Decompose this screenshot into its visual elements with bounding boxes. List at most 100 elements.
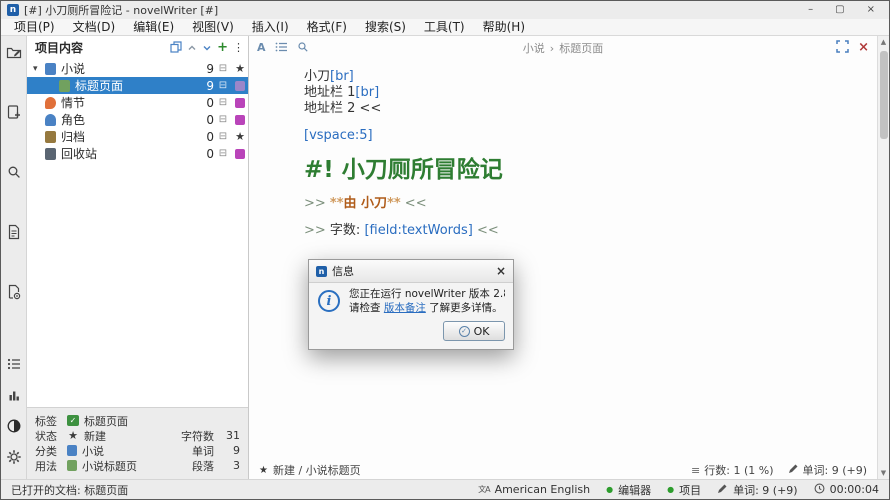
editor-outline-icon[interactable] xyxy=(275,38,288,57)
breadcrumb-item: 标题页面 xyxy=(559,42,603,55)
menu-item[interactable]: 搜索(S) xyxy=(356,19,415,35)
project-status: 项目 xyxy=(679,482,701,498)
release-notes-link[interactable]: 版本备注 xyxy=(384,302,426,314)
close-button[interactable]: × xyxy=(867,4,875,16)
breadcrumb-item: 小说 xyxy=(523,42,545,55)
word-count: 单词: 9 (+9) xyxy=(803,462,868,478)
project-tree-icon[interactable] xyxy=(5,43,23,61)
tree-item-label: 角色 xyxy=(61,111,85,128)
editor-settings-icon[interactable]: A xyxy=(257,41,266,54)
stat-label: 段落 xyxy=(166,458,214,474)
line-count-icon: ≡ xyxy=(691,464,700,477)
tree-item-label: 归档 xyxy=(61,128,85,145)
editor-header: A 小说 › 标题页面 × xyxy=(249,36,877,57)
active-flag-icon: ⊟ xyxy=(214,80,232,91)
expand-arrow-icon[interactable]: ▾ xyxy=(33,64,45,74)
ok-button[interactable]: ✓ OK xyxy=(443,321,505,341)
expand-all-icon[interactable] xyxy=(170,38,182,57)
status-flag-icon: ★ xyxy=(232,62,248,75)
maximize-button[interactable]: ▢ xyxy=(835,4,844,16)
word-count-cell: 0 xyxy=(194,130,214,144)
doc-block: 小刀[br]地址栏 1[br]地址栏 2 << xyxy=(304,69,857,117)
scroll-up-icon[interactable]: ▲ xyxy=(881,36,886,48)
doc-block: [vspace:5] xyxy=(304,128,857,144)
stat-row: 字符数31 xyxy=(166,428,240,443)
breadcrumb-separator: › xyxy=(550,42,554,55)
focus-mode-icon[interactable] xyxy=(836,38,849,57)
spell-language[interactable]: American English xyxy=(495,483,591,496)
active-flag-icon: ⊟ xyxy=(214,114,232,125)
more-options-icon[interactable]: ⋮ xyxy=(233,43,244,53)
line-count: 行数: 1 (1 %) xyxy=(704,462,773,478)
tree-item[interactable]: 回收站0⊟ xyxy=(27,145,248,162)
build-manuscript-icon[interactable] xyxy=(5,283,23,301)
menu-item[interactable]: 项目(P) xyxy=(5,19,64,35)
active-flag-icon: ⊟ xyxy=(214,63,232,74)
settings-gear-icon[interactable] xyxy=(5,448,23,466)
stat-row: 段落3 xyxy=(166,458,240,473)
tree-item[interactable]: ▾小说9⊟★ xyxy=(27,60,248,77)
menu-item[interactable]: 编辑(E) xyxy=(124,19,183,35)
detail-label: 状态 xyxy=(35,428,65,444)
activity-bar xyxy=(1,36,27,479)
tree-item[interactable]: 角色 0⊟ xyxy=(27,111,248,128)
editor-status: 编辑器 xyxy=(618,482,651,498)
word-count-cell: 0 xyxy=(194,96,214,110)
book-icon xyxy=(45,63,56,75)
session-timer-icon xyxy=(814,483,825,497)
close-document-icon[interactable]: × xyxy=(858,42,869,54)
search-icon[interactable] xyxy=(5,163,23,181)
theme-toggle-icon[interactable] xyxy=(5,417,23,435)
active-flag-icon: ⊟ xyxy=(214,148,232,159)
minimize-button[interactable]: – xyxy=(808,4,813,16)
editor-footer: ★ 新建 / 小说标题页 ≡ 行数: 1 (1 %) 单词: 9 (+9) xyxy=(249,461,877,479)
dialog-close-icon[interactable]: × xyxy=(496,264,506,278)
move-down-icon[interactable] xyxy=(202,38,212,57)
info-dialog: n 信息 × i 您正在运行 novelWriter 版本 2.8。 请检查 版… xyxy=(308,259,514,350)
status-flag-icon xyxy=(232,81,248,91)
menu-item[interactable]: 视图(V) xyxy=(183,19,243,35)
editor-search-icon[interactable] xyxy=(297,38,309,57)
active-flag-icon: ⊟ xyxy=(214,97,232,108)
app-window: n [#] 小刀厕所冒险记 - novelWriter [#] – ▢ × 项目… xyxy=(0,0,890,500)
add-item-icon[interactable]: + xyxy=(217,43,228,53)
status-star-icon: ★ xyxy=(259,465,268,476)
menu-item[interactable]: 文档(D) xyxy=(64,19,125,35)
details-list-icon[interactable] xyxy=(5,355,23,373)
tree-item[interactable]: 归档0⊟★ xyxy=(27,128,248,145)
word-count-cell: 0 xyxy=(194,113,214,127)
detail-label: 标签 xyxy=(35,413,65,429)
scrollbar-thumb[interactable] xyxy=(880,51,888,139)
status-flag-icon xyxy=(232,98,248,108)
move-up-icon[interactable] xyxy=(187,38,197,57)
detail-label: 用法 xyxy=(35,458,65,474)
doc-line: [vspace:5] xyxy=(304,128,857,144)
language-icon: 文A xyxy=(478,484,489,495)
tree-item[interactable]: 情节0⊟ xyxy=(27,94,248,111)
menu-item[interactable]: 插入(I) xyxy=(243,19,298,35)
novel-view-icon[interactable] xyxy=(5,103,23,121)
outline-view-icon[interactable] xyxy=(5,223,23,241)
active-flag-icon: ⊟ xyxy=(214,131,232,142)
session-timer[interactable]: 00:00:04 xyxy=(830,483,879,496)
doc-line: 小刀[br] xyxy=(304,69,857,85)
session-words-icon xyxy=(717,483,728,497)
detail-row: 用法小说标题页 xyxy=(35,458,137,473)
dialog-message: 您正在运行 novelWriter 版本 2.8。 请检查 版本备注 了解更多详… xyxy=(349,287,505,315)
menu-item[interactable]: 帮助(H) xyxy=(474,19,534,35)
doc-line: >> 字数: [field:textWords] << xyxy=(304,223,857,239)
stat-value: 9 xyxy=(214,444,240,457)
scroll-down-icon[interactable]: ▼ xyxy=(881,467,886,479)
stat-value: 3 xyxy=(214,459,240,472)
trash-icon xyxy=(45,148,56,160)
writing-stats-icon[interactable] xyxy=(5,386,23,404)
people-icon xyxy=(45,114,56,126)
item-details-panel: 标签✓标题页面状态★新建分类小说用法小说标题页 字符数31单词9段落3 xyxy=(27,407,248,479)
info-icon: i xyxy=(318,290,340,312)
menu-item[interactable]: 工具(T) xyxy=(415,19,474,35)
tree-item[interactable]: 标题页面9⊟ xyxy=(27,77,248,94)
document-status: 新建 / 小说标题页 xyxy=(273,462,361,478)
star-icon: ★ xyxy=(67,430,79,441)
editor-scrollbar[interactable]: ▲ ▼ xyxy=(877,36,889,479)
menu-item[interactable]: 格式(F) xyxy=(298,19,356,35)
